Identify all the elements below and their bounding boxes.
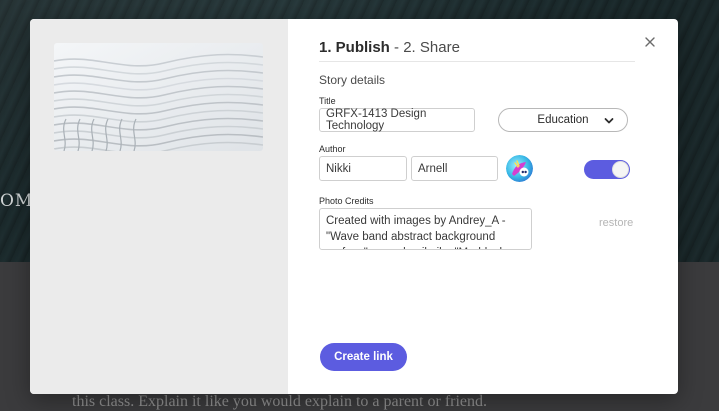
title-input[interactable]: GRFX-1413 Design Technology: [319, 108, 475, 132]
photo-credits-textarea[interactable]: Created with images by Andrey_A - "Wave …: [319, 208, 532, 250]
photo-credits-label: Photo Credits: [319, 196, 374, 206]
modal-preview-panel: [30, 19, 288, 394]
publish-modal: 1. Publish - 2. Share Story details Titl…: [30, 19, 678, 394]
steps-divider: [319, 61, 635, 62]
background-body-text: this class. Explain it like you would ex…: [72, 393, 488, 410]
restore-link[interactable]: restore: [599, 217, 633, 229]
story-cover-thumbnail: [54, 43, 263, 151]
step-share[interactable]: 2. Share: [403, 39, 460, 56]
category-value: Education: [537, 114, 589, 126]
author-label: Author: [319, 144, 346, 154]
close-icon[interactable]: [643, 35, 657, 49]
author-first-name-input[interactable]: Nikki: [319, 156, 407, 181]
toggle-knob: [612, 161, 629, 178]
section-title: Story details: [319, 73, 386, 87]
title-label: Title: [319, 96, 336, 106]
step-separator: -: [389, 39, 404, 56]
category-dropdown[interactable]: Education: [498, 108, 628, 132]
publish-steps: 1. Publish - 2. Share: [319, 39, 460, 56]
step-publish[interactable]: 1. Publish: [319, 39, 390, 56]
create-link-button[interactable]: Create link: [320, 343, 407, 371]
author-visibility-toggle[interactable]: [584, 160, 630, 179]
author-last-name-input[interactable]: Arnell: [411, 156, 498, 181]
avatar-icon[interactable]: [506, 155, 533, 182]
modal-form-panel: 1. Publish - 2. Share Story details Titl…: [288, 19, 678, 394]
chevron-down-icon: [604, 116, 614, 128]
background-heading-fragment: OM: [0, 191, 34, 211]
